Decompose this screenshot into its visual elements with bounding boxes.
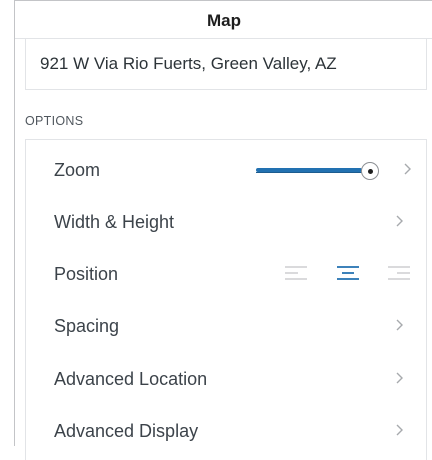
address-value: 921 W Via Rio Fuerts, Green Valley, AZ: [40, 54, 337, 73]
spacing-label: Spacing: [54, 316, 120, 336]
align-right-icon[interactable]: [387, 264, 411, 282]
advanced-display-label: Advanced Display: [54, 421, 199, 441]
advanced-display-row[interactable]: Advanced Display: [26, 404, 426, 456]
advanced-location-row[interactable]: Advanced Location: [26, 352, 426, 404]
position-row: Position: [26, 247, 426, 299]
advanced-location-label: Advanced Location: [54, 369, 208, 389]
address-field[interactable]: 921 W Via Rio Fuerts, Green Valley, AZ: [25, 39, 427, 90]
zoom-label: Zoom: [54, 160, 101, 180]
map-settings-panel: Map 921 W Via Rio Fuerts, Green Valley, …: [14, 0, 432, 460]
options-list: Zoom Width & Height Position Spacing Adv…: [25, 139, 427, 460]
chevron-right-icon: [395, 214, 404, 228]
width-height-label: Width & Height: [54, 212, 175, 232]
zoom-slider-fill-edge: [256, 172, 362, 173]
align-left-icon[interactable]: [284, 264, 308, 282]
zoom-slider-handle[interactable]: [361, 162, 379, 180]
chevron-right-icon: [395, 423, 404, 437]
position-label: Position: [54, 264, 119, 284]
options-section-label: OPTIONS: [25, 114, 84, 128]
chevron-right-icon: [395, 318, 404, 332]
width-height-row[interactable]: Width & Height: [26, 195, 426, 247]
chevron-right-icon: [403, 162, 412, 176]
zoom-row: Zoom: [26, 143, 426, 195]
panel-title: Map: [207, 11, 241, 30]
spacing-row[interactable]: Spacing: [26, 299, 426, 351]
zoom-slider[interactable]: [256, 162, 388, 182]
chevron-right-icon: [395, 371, 404, 385]
align-center-icon[interactable]: [336, 264, 360, 282]
